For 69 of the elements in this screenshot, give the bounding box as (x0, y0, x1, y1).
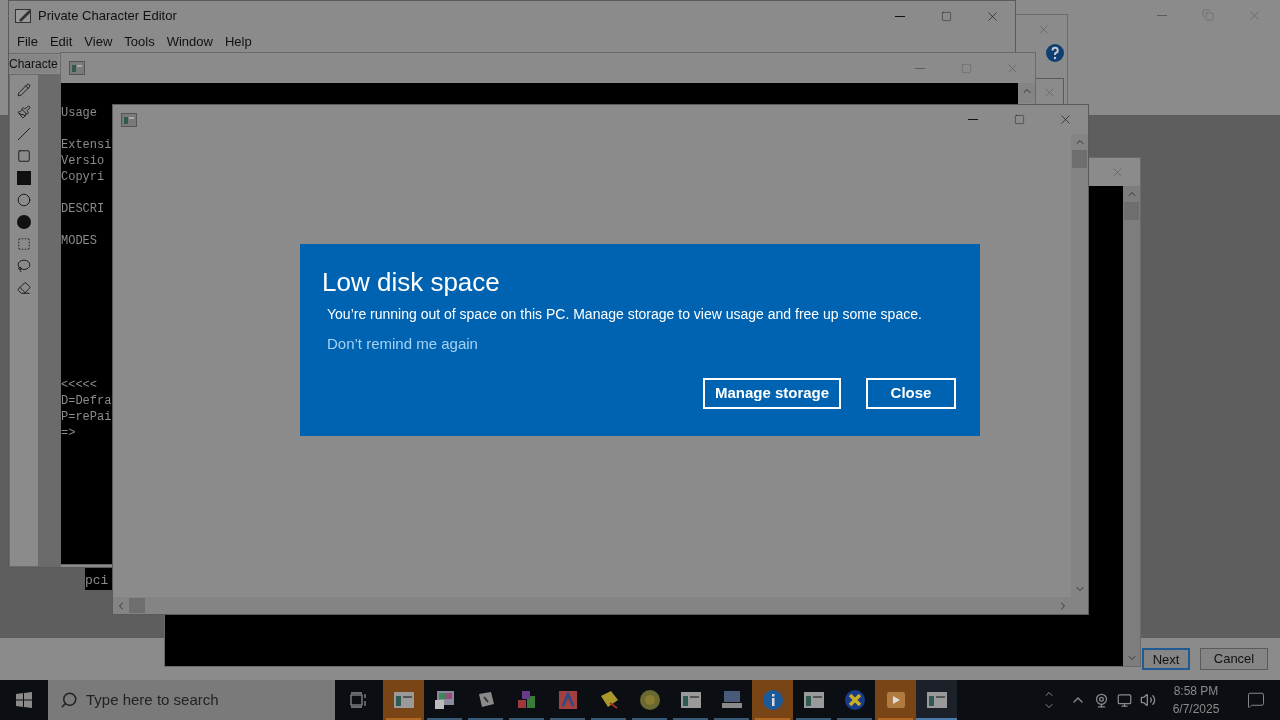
menu-item[interactable]: File (11, 32, 44, 52)
scroll-thumb[interactable] (129, 598, 145, 613)
console-line: Extensi (61, 138, 112, 152)
console-line: P=rePai (61, 410, 112, 424)
maximize-icon (1013, 114, 1025, 125)
search-icon (60, 691, 78, 709)
scrollbar[interactable] (113, 597, 1071, 614)
notification-icon (1247, 691, 1265, 709)
dont-remind-link[interactable]: Don’t remind me again (327, 334, 478, 354)
taskbar-app[interactable] (916, 680, 957, 720)
scroll-thumb[interactable] (1072, 150, 1087, 168)
panel-tab[interactable]: Characte (9, 55, 58, 73)
wizard-button[interactable]: Cancel (1200, 648, 1268, 670)
console-line: DESCRI (61, 202, 105, 216)
scrollbar[interactable] (1071, 134, 1088, 597)
maximize-icon (960, 62, 972, 74)
restore-icon (1202, 9, 1214, 21)
help-icon[interactable] (1045, 43, 1065, 63)
scroll-thumb[interactable] (1124, 202, 1139, 220)
eraser-icon[interactable] (17, 281, 31, 295)
selection-icon[interactable] (17, 237, 31, 251)
menu-item[interactable]: View (78, 32, 119, 52)
globe-icon (637, 688, 662, 712)
line-icon[interactable] (17, 127, 31, 141)
console-line: <<<<< (61, 378, 97, 392)
menu-item[interactable]: Window (160, 32, 219, 52)
brush-icon[interactable] (17, 105, 31, 119)
search-field[interactable]: Type here to search (48, 680, 335, 720)
console-line: D=Defra (61, 394, 112, 408)
volume-icon[interactable] (1140, 692, 1156, 708)
minimize-icon (915, 67, 925, 69)
info-icon (760, 688, 785, 712)
clock[interactable]: 8:58 PM 6/7/2025 (1166, 682, 1226, 718)
console-icon (69, 61, 85, 75)
wizard-button[interactable]: Next (1142, 648, 1190, 670)
console-line: Copyri (61, 170, 105, 184)
network-icon[interactable] (1117, 692, 1132, 708)
clock-time: 8:58 PM (1173, 683, 1219, 700)
console-line: MODES (61, 234, 97, 248)
menu-item[interactable]: Tools (118, 32, 161, 52)
cross-icon (842, 688, 867, 712)
dialog-button[interactable]: Manage storage (703, 378, 841, 409)
console-line: Usage (61, 106, 97, 120)
console-icon (121, 112, 137, 127)
editor-icon (15, 8, 33, 24)
maximize-icon (940, 10, 952, 22)
menu-item[interactable]: Help (218, 32, 258, 52)
clock-date: 6/7/2025 (1172, 701, 1220, 718)
console-line: => (61, 426, 76, 440)
lasso-icon[interactable] (17, 259, 31, 273)
minimize-icon (1157, 14, 1167, 16)
colorful-window-icon (432, 688, 457, 712)
scrollbar[interactable] (1018, 83, 1035, 103)
console-line: pci (85, 573, 109, 589)
windows-logo-icon (16, 692, 32, 708)
menu-item[interactable]: Edit (43, 32, 79, 52)
dialog-message: You’re running out of space on this PC. Manage storage to view usage and free up some space. (327, 305, 922, 324)
scrollbar[interactable] (1123, 186, 1140, 666)
dialog-button[interactable]: Close (866, 378, 956, 409)
minimize-icon (895, 15, 905, 17)
pencil-icon[interactable] (17, 83, 31, 97)
minimize-icon (968, 119, 978, 120)
ellipse-icon[interactable] (17, 193, 31, 207)
webcam-icon[interactable] (1094, 692, 1109, 708)
window-title: Private Character Editor (38, 7, 177, 26)
task-view-icon (350, 692, 368, 708)
dialog-title: Low disk space (322, 266, 501, 298)
rectangle-icon[interactable] (17, 149, 31, 163)
console-line: Versio (61, 154, 105, 168)
